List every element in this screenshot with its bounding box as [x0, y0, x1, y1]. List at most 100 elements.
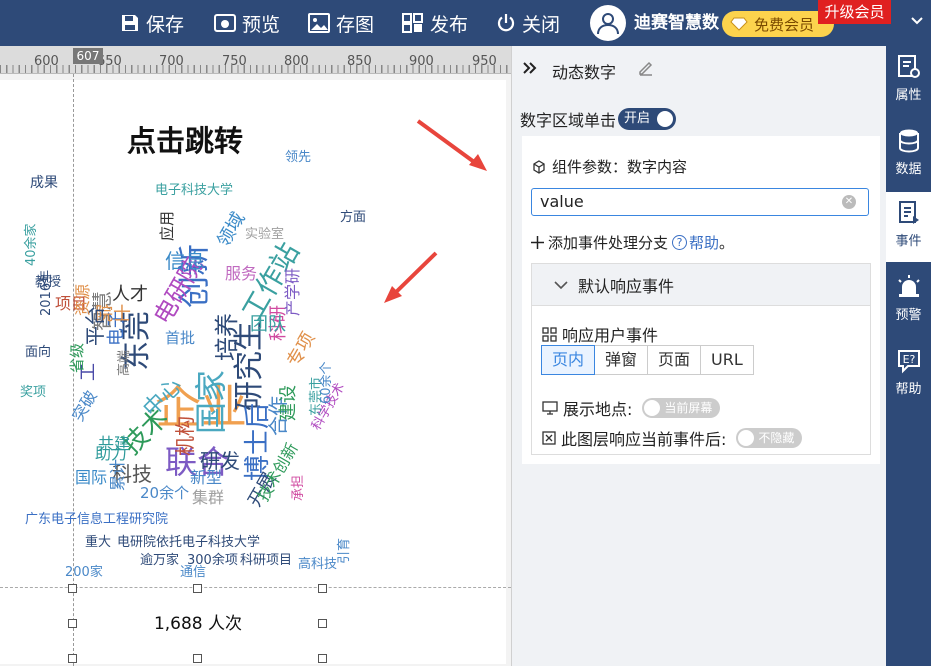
clear-icon[interactable]: ✕: [842, 195, 856, 209]
show-location-row: 展示地点: 当前屏幕: [542, 396, 721, 420]
username[interactable]: 迪赛智慧数: [634, 0, 719, 46]
word-cloud-word[interactable]: 电研院依托电子科技大学: [117, 536, 260, 549]
sidebar-item-help[interactable]: E? 帮助: [886, 340, 931, 410]
save-icon: [122, 15, 138, 31]
word-cloud-word[interactable]: 科研项目: [240, 554, 292, 567]
word-cloud-word[interactable]: 领先: [285, 151, 311, 164]
word-cloud-word[interactable]: 领域: [213, 209, 249, 251]
word-cloud-word[interactable]: 资源: [73, 284, 92, 316]
word-cloud-word[interactable]: 实验室: [245, 228, 284, 241]
resize-handle[interactable]: [193, 584, 202, 593]
word-cloud-word[interactable]: 首批: [165, 331, 195, 346]
word-cloud-word[interactable]: 国家: [192, 370, 230, 434]
member-badge-label: 免费会员: [754, 15, 815, 34]
resize-handle[interactable]: [68, 584, 77, 593]
event-settings-panel: 动态数字 数字区域单击 开启 组件参数：数字内容 value ✕ 添加事件处理分…: [511, 46, 886, 666]
sidebar-item-events[interactable]: 事件: [886, 192, 931, 262]
word-cloud-word[interactable]: 40余家: [24, 223, 39, 266]
help-suffix: 。: [719, 234, 735, 252]
word-cloud-word[interactable]: 服务: [225, 266, 257, 282]
resize-handle[interactable]: [68, 654, 77, 663]
word-cloud-word[interactable]: 集群: [192, 490, 224, 506]
segment-in-page[interactable]: 页内: [541, 345, 596, 375]
response-type-segmented: 页内 弹窗 页面 URL: [541, 345, 754, 375]
word-cloud-word[interactable]: 电子科技大学: [155, 184, 233, 197]
word-cloud-word[interactable]: 应用: [158, 211, 176, 241]
sidebar-item-data[interactable]: 数据: [886, 120, 931, 190]
word-cloud-word[interactable]: 共建: [98, 436, 130, 452]
response-label-row: 响应用户事件: [542, 322, 658, 346]
word-cloud-word[interactable]: 高科技: [298, 558, 337, 571]
sidebar-label: 帮助: [895, 382, 922, 397]
close-button[interactable]: 关闭: [496, 0, 560, 46]
toggle-knob: [657, 111, 674, 127]
right-sidebar: 属性 数据 事件 预警 E? 帮助: [886, 46, 931, 666]
click-toggle[interactable]: 开启: [618, 108, 677, 130]
word-cloud-word[interactable]: 成果: [30, 176, 58, 190]
section-title: 默认响应事件: [578, 276, 675, 296]
publish-label: 发布: [430, 13, 469, 36]
top-toolbar: 保存 预览 存图 发布 关闭 迪赛智慧数 免费会员 升级会员: [0, 0, 931, 46]
sidebar-item-properties[interactable]: 属性: [886, 46, 931, 116]
word-cloud-word[interactable]: 累计: [108, 459, 127, 491]
resize-handle[interactable]: [193, 654, 202, 663]
alarm-icon: [897, 275, 920, 297]
layer-hide-toggle[interactable]: 不隐藏: [736, 428, 803, 448]
edit-icon[interactable]: [638, 60, 654, 76]
segment-url[interactable]: URL: [700, 345, 754, 375]
help-link[interactable]: ? 帮助: [672, 232, 719, 253]
word-cloud-word[interactable]: 机构: [173, 416, 197, 456]
resize-handle[interactable]: [318, 654, 327, 663]
word-cloud-word[interactable]: 教授: [35, 276, 61, 289]
sidebar-item-alerts[interactable]: 预警: [886, 266, 931, 336]
word-cloud-word[interactable]: 团队: [250, 316, 286, 334]
word-cloud-word[interactable]: 人才: [112, 286, 148, 304]
param-label-row: 组件参数：数字内容: [532, 156, 687, 177]
upgrade-button[interactable]: 升级会员: [818, 0, 891, 24]
param-value-input[interactable]: value ✕: [531, 188, 869, 216]
word-cloud-word[interactable]: 方面: [340, 211, 366, 224]
collapse-icon[interactable]: [522, 60, 538, 76]
word-cloud-word[interactable]: 60余个: [319, 361, 334, 404]
section-header[interactable]: 默认响应事件: [532, 264, 870, 306]
word-cloud-word[interactable]: 国际: [75, 470, 107, 486]
preview-button[interactable]: 预览: [214, 0, 280, 46]
word-cloud-word[interactable]: 产学研: [283, 268, 302, 316]
plus-icon[interactable]: [531, 236, 544, 249]
word-cloud-word[interactable]: 高端: [117, 350, 132, 376]
word-cloud-word[interactable]: 重大: [85, 536, 111, 549]
screen-icon: [542, 401, 558, 415]
response-label: 响应用户事件: [562, 326, 659, 345]
save-image-button[interactable]: 存图: [308, 0, 374, 46]
save-button[interactable]: 保存: [120, 0, 184, 46]
show-location-toggle[interactable]: 当前屏幕: [642, 398, 721, 418]
word-cloud-word[interactable]: 引育: [337, 538, 352, 564]
word-cloud-word[interactable]: 新型: [190, 470, 222, 486]
word-cloud-word[interactable]: 承担: [291, 475, 306, 501]
layer-hide-row: 此图层响应当前事件后: 不隐藏: [542, 426, 803, 450]
chevron-down-icon[interactable]: [910, 14, 924, 28]
publish-button[interactable]: 发布: [402, 0, 468, 46]
user-icon: [597, 13, 619, 35]
segment-popup[interactable]: 弹窗: [594, 345, 649, 375]
word-cloud-word[interactable]: 200家: [65, 566, 103, 579]
word-cloud-word[interactable]: 专项: [283, 329, 319, 371]
word-cloud-word[interactable]: 奖项: [20, 386, 46, 399]
word-cloud-word[interactable]: 面向: [25, 346, 51, 359]
word-cloud-word[interactable]: 20余个: [140, 486, 189, 501]
design-canvas: 600 650 700 750 800 850 900 950 607 点击跳转…: [0, 46, 511, 666]
word-cloud-word[interactable]: 建设: [278, 385, 299, 421]
add-branch-link[interactable]: 添加事件处理分支: [548, 232, 668, 253]
cube-icon: [533, 159, 545, 174]
dynamic-number-value[interactable]: 1,688 人次: [73, 609, 323, 634]
avatar[interactable]: [590, 5, 626, 41]
word-cloud-word[interactable]: 逾万家: [140, 554, 179, 567]
word-cloud-word[interactable]: 培养: [213, 313, 241, 361]
segment-page[interactable]: 页面: [647, 345, 702, 375]
word-cloud-word[interactable]: 通信: [180, 566, 206, 579]
word-cloud-word[interactable]: 广东电子信息工程研究院: [25, 513, 168, 526]
word-cloud-word[interactable]: 突破: [68, 387, 100, 424]
resize-handle[interactable]: [318, 584, 327, 593]
word-cloud-word[interactable]: 信息: [165, 251, 205, 271]
word-cloud-word[interactable]: 省级: [68, 343, 86, 373]
